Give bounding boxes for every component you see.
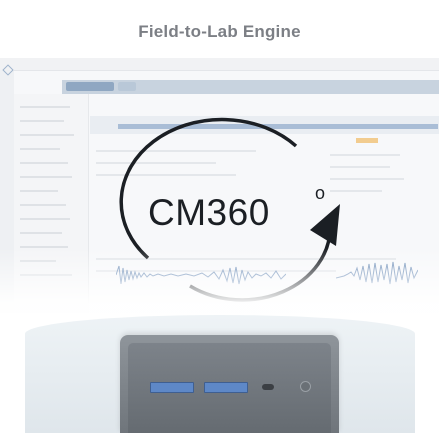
app-active-tab	[66, 82, 114, 91]
app-topbar	[0, 58, 439, 71]
usb-c-port-icon	[262, 384, 274, 390]
app-sidebar-item	[20, 134, 74, 136]
app-sidebar-item	[20, 232, 62, 234]
page-title: Field-to-Lab Engine	[138, 22, 301, 41]
app-sidebar-item	[20, 190, 58, 192]
cm360-logo-text: CM360	[148, 192, 270, 233]
app-tab-badge	[118, 82, 136, 91]
app-sidebar-item	[20, 204, 66, 206]
power-button-icon	[300, 381, 311, 392]
cm360-degree-mark: o	[315, 183, 326, 203]
app-sidebar-item	[20, 148, 60, 150]
app-sidebar-item	[20, 120, 64, 122]
app-highlight-marker	[356, 138, 378, 143]
usb-port-icon	[150, 382, 194, 393]
app-sidebar-item	[20, 162, 68, 164]
screen-fade	[0, 248, 439, 318]
usb-port-icon	[204, 382, 248, 393]
app-sidebar-item	[20, 106, 70, 108]
app-sidebar-item	[20, 218, 70, 220]
app-sidebar-item	[20, 176, 72, 178]
